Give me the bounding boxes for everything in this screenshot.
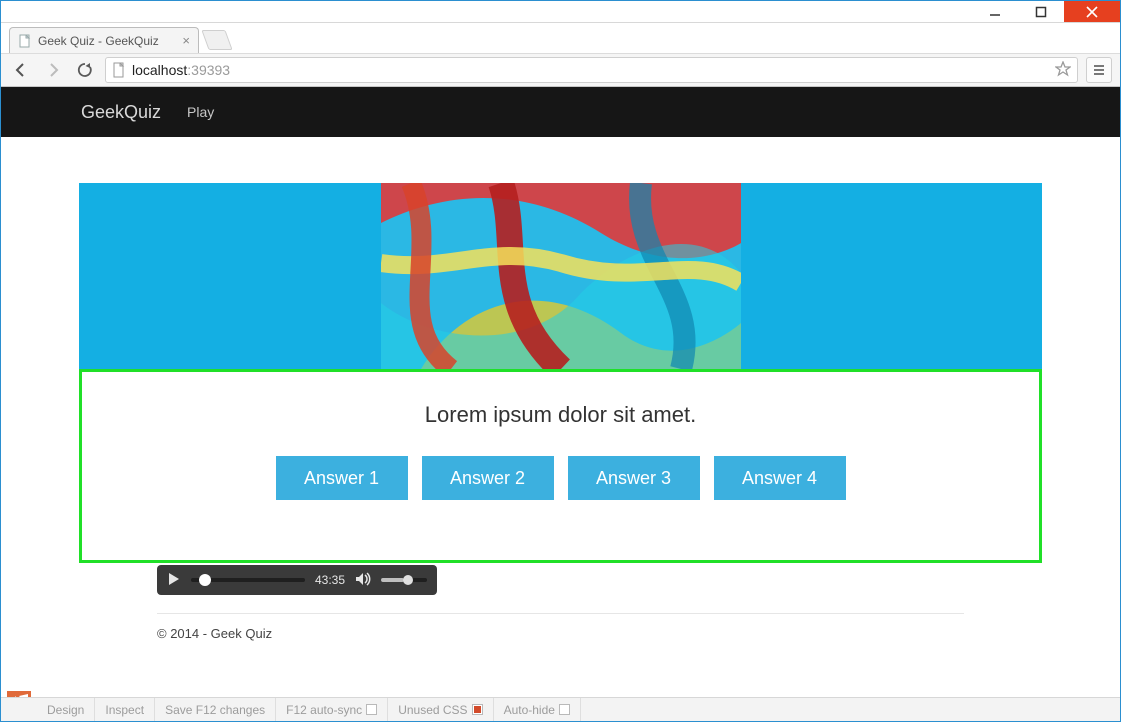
address-bar[interactable]: localhost:39393 [105,57,1078,83]
hero-banner [79,183,1042,369]
footer-copyright: © 2014 - Geek Quiz [157,626,964,641]
player-time: 43:35 [315,573,345,587]
audio-player[interactable]: 43:35 [157,565,437,595]
checkbox-icon [366,704,377,715]
tab-favicon-icon [18,34,32,48]
answer-button-4[interactable]: Answer 4 [714,456,846,500]
reload-button[interactable] [73,58,97,82]
answer-button-3[interactable]: Answer 3 [568,456,700,500]
answer-button-1[interactable]: Answer 1 [276,456,408,500]
address-port: :39393 [187,62,230,78]
window-close-button[interactable] [1064,1,1120,22]
tab-title: Geek Quiz - GeekQuiz [38,34,159,48]
checkbox-icon [559,704,570,715]
volume-icon[interactable] [355,572,371,589]
hero-image [381,183,741,369]
browserlink-toolbar: Design Inspect Save F12 changes F12 auto… [1,697,1120,721]
checkbox-icon [472,704,483,715]
window-titlebar [1,1,1120,23]
volume-slider[interactable] [381,578,427,582]
forward-button[interactable] [41,58,65,82]
site-brand[interactable]: GeekQuiz [81,102,161,123]
bl-save-button[interactable]: Save F12 changes [155,698,276,721]
nav-play-link[interactable]: Play [187,104,214,120]
bl-autohide-toggle[interactable]: Auto-hide [494,698,581,721]
site-navbar: GeekQuiz Play [1,87,1120,137]
answer-button-2[interactable]: Answer 2 [422,456,554,500]
address-host: localhost [132,62,187,78]
tab-close-icon[interactable]: × [182,34,190,47]
browser-tab-active[interactable]: Geek Quiz - GeekQuiz × [9,27,199,53]
seek-slider[interactable] [191,578,305,582]
browser-tabstrip: Geek Quiz - GeekQuiz × [1,23,1120,53]
answers-row: Answer 1 Answer 2 Answer 3 Answer 4 [112,456,1009,500]
bl-design-button[interactable]: Design [37,698,95,721]
bl-inspect-button[interactable]: Inspect [95,698,155,721]
page-icon [112,62,126,78]
browser-toolbar: localhost:39393 [1,53,1120,87]
bl-autosync-toggle[interactable]: F12 auto-sync [276,698,388,721]
back-button[interactable] [9,58,33,82]
footer-divider [157,613,964,614]
window-maximize-button[interactable] [1018,1,1064,22]
bl-unusedcss-toggle[interactable]: Unused CSS [388,698,493,721]
browser-window: Geek Quiz - GeekQuiz × localhost:39393 [0,0,1121,722]
play-icon[interactable] [167,572,181,589]
window-minimize-button[interactable] [972,1,1018,22]
quiz-panel: Lorem ipsum dolor sit amet. Answer 1 Ans… [79,369,1042,563]
page-body: Lorem ipsum dolor sit amet. Answer 1 Ans… [1,137,1120,641]
bookmark-star-icon[interactable] [1055,61,1071,80]
page-viewport: GeekQuiz Play Lorem ipsum dolor sit amet… [1,87,1120,721]
question-text: Lorem ipsum dolor sit amet. [112,402,1009,428]
chrome-menu-button[interactable] [1086,57,1112,83]
new-tab-button[interactable] [201,30,232,50]
